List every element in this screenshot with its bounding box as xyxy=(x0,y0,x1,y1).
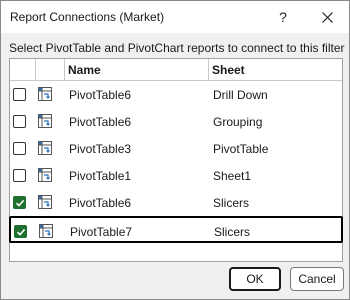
pivottable-icon xyxy=(37,113,53,129)
row-name: PivotTable6 xyxy=(69,115,132,129)
row-checkbox[interactable] xyxy=(13,169,26,182)
row-sheet: Slicers xyxy=(214,225,251,239)
report-list[interactable]: Name Sheet PivotTable6 Drill Down PivotTab… xyxy=(9,58,343,262)
checkmark-icon xyxy=(16,228,26,236)
pivottable-icon xyxy=(37,86,53,102)
table-row[interactable]: PivotTable6 Drill Down xyxy=(10,81,342,108)
close-button[interactable] xyxy=(307,1,347,33)
row-name: PivotTable7 xyxy=(70,225,133,239)
header-icon-column[interactable] xyxy=(36,59,65,80)
header-name[interactable]: Name xyxy=(65,59,209,80)
header-sheet[interactable]: Sheet xyxy=(209,59,342,80)
help-button[interactable]: ? xyxy=(263,1,303,33)
row-checkbox[interactable] xyxy=(13,142,26,155)
row-name: PivotTable1 xyxy=(69,169,132,183)
pivottable-icon xyxy=(37,167,53,183)
row-sheet: Grouping xyxy=(213,115,263,129)
header-check-column[interactable] xyxy=(10,59,36,80)
row-checkbox[interactable] xyxy=(13,196,26,209)
pivottable-icon xyxy=(38,223,54,239)
report-connections-dialog: Report Connections (Market) ? Select Piv… xyxy=(0,0,350,300)
row-checkbox[interactable] xyxy=(14,225,27,238)
dialog-title: Report Connections (Market) xyxy=(10,10,165,24)
table-row[interactable]: PivotTable6 Grouping xyxy=(10,108,342,135)
close-icon xyxy=(321,11,333,23)
row-checkbox[interactable] xyxy=(13,88,26,101)
row-name: PivotTable6 xyxy=(69,88,132,102)
instruction-text: Select PivotTable and PivotChart reports… xyxy=(9,41,345,55)
cancel-button[interactable]: Cancel xyxy=(290,267,344,291)
row-name: PivotTable6 xyxy=(69,196,132,210)
header-name-label: Name xyxy=(68,63,101,77)
row-name: PivotTable3 xyxy=(69,142,132,156)
table-row[interactable]: PivotTable3 PivotTable xyxy=(10,135,342,162)
pivottable-icon xyxy=(37,140,53,156)
title-bar: Report Connections (Market) ? xyxy=(1,1,349,33)
row-sheet: Drill Down xyxy=(213,88,268,102)
table-row[interactable]: PivotTable6 Slicers xyxy=(10,189,342,216)
table-row[interactable]: PivotTable7 Slicers xyxy=(9,216,343,243)
list-header: Name Sheet xyxy=(10,59,342,81)
checkmark-icon xyxy=(15,199,25,207)
ok-button[interactable]: OK xyxy=(229,267,281,291)
row-sheet: Sheet1 xyxy=(213,169,252,183)
row-sheet: Slicers xyxy=(213,196,250,210)
pivottable-icon xyxy=(37,194,53,210)
row-checkbox[interactable] xyxy=(13,115,26,128)
list-rows: PivotTable6 Drill Down PivotTable6 Grouping… xyxy=(9,81,343,243)
table-row[interactable]: PivotTable1 Sheet1 xyxy=(10,162,342,189)
row-sheet: PivotTable xyxy=(213,142,269,156)
header-sheet-label: Sheet xyxy=(212,63,245,77)
